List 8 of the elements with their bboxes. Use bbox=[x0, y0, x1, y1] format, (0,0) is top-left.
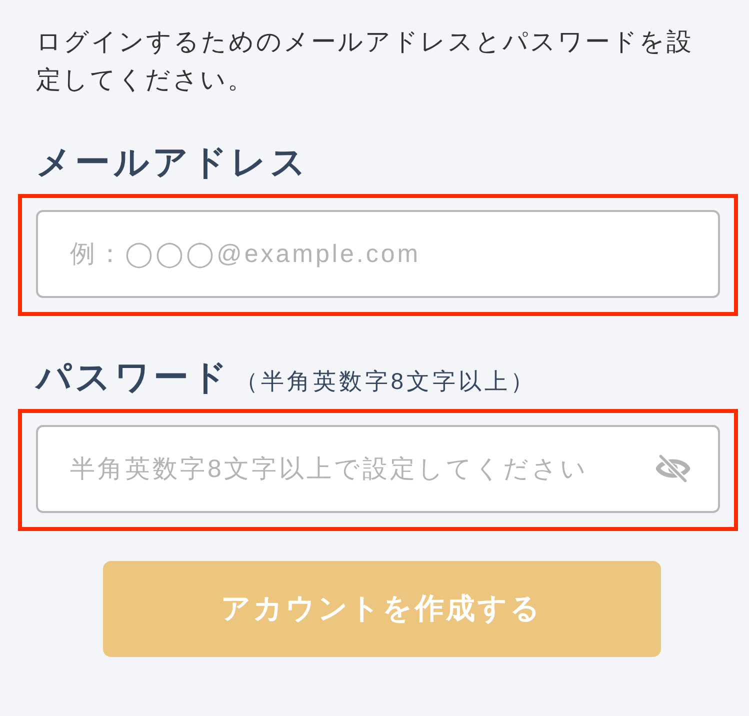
email-label: メールアドレス bbox=[36, 143, 310, 183]
email-field[interactable]: 例：◯◯◯@example.com bbox=[36, 210, 720, 298]
requirement-hint: （半角英数字8文字以上） bbox=[234, 367, 537, 396]
create-account-button[interactable]: アカウントを作成する bbox=[102, 561, 660, 657]
password-label: パスワード bbox=[36, 358, 231, 398]
intro-text: ログインするためのメールアドレスとパスワードを設定してください。 bbox=[36, 27, 694, 96]
password-field[interactable]: 半角英数字8文字以上で設定してください bbox=[36, 425, 720, 513]
eye-slash-icon[interactable] bbox=[656, 454, 690, 483]
